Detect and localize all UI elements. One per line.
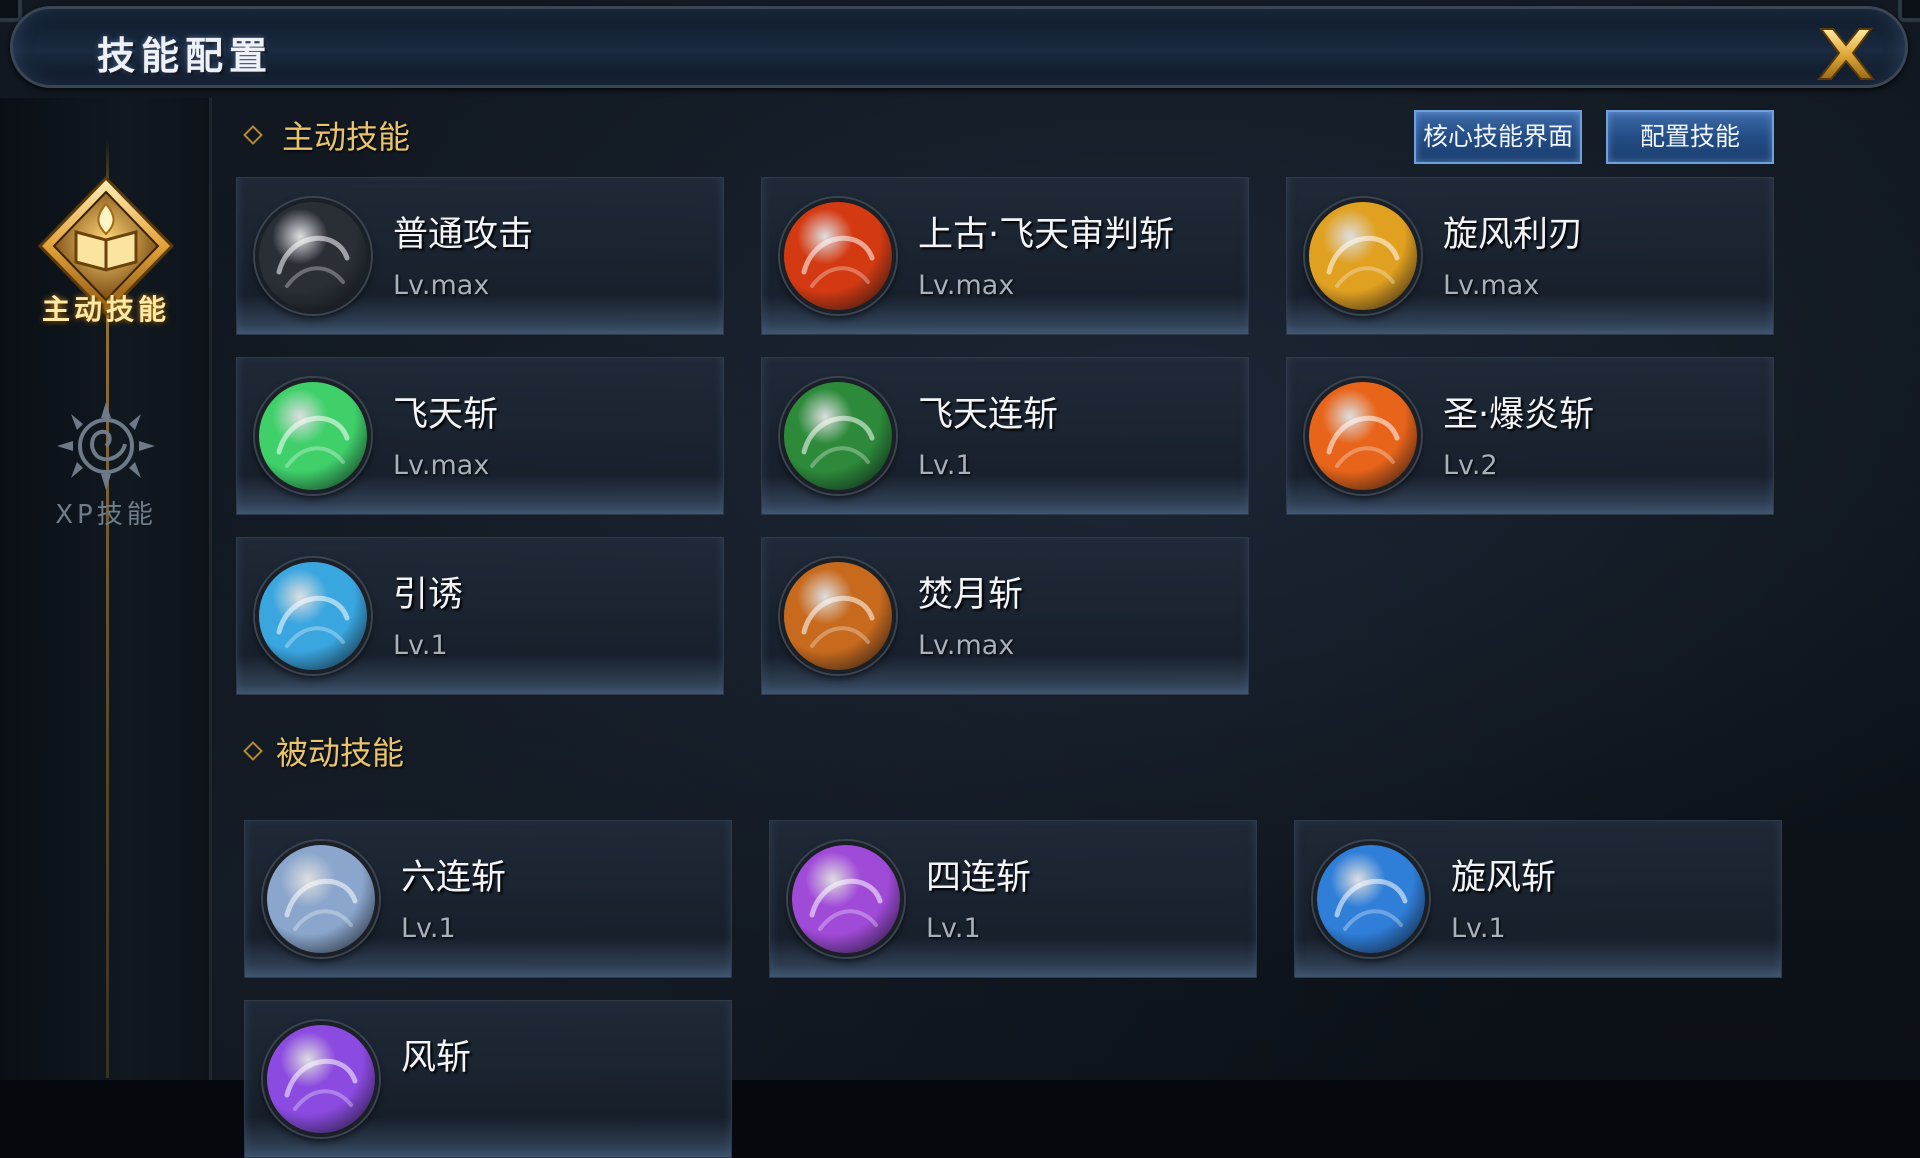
diamond-bullet-icon [243,741,263,761]
skill-name: 风斩 [401,1038,472,1078]
skill-card[interactable]: 引诱 Lv.1 [236,537,724,695]
crescent-flame-icon [780,558,896,674]
green-hand-icon [780,378,896,494]
skill-name: 引诱 [393,575,464,615]
skill-level: Lv.max [918,270,1015,301]
spiral-emblem-icon [57,402,155,490]
skill-name: 焚月斩 [918,575,1024,615]
skill-level: Lv.2 [1443,450,1498,481]
blue-cyclone-icon [1313,841,1429,957]
skill-name: 圣·爆炎斩 [1443,395,1595,435]
flame-slash-icon [1305,378,1421,494]
skill-name: 飞天斩 [393,395,499,435]
skill-card[interactable]: 上古·飞天审判斩 Lv.max [761,177,1249,335]
skill-level: Lv.1 [918,450,973,481]
passive-skills-header: 被动技能 [243,728,405,774]
skill-name: 普通攻击 [393,215,534,255]
core-skills-button[interactable]: 核心技能界面 [1414,110,1582,164]
silver-slash-icon [263,841,379,957]
green-ring-icon [255,378,371,494]
skill-card[interactable]: 普通攻击 Lv.max [236,177,724,335]
skill-name: 旋风利刃 [1443,215,1584,255]
close-button[interactable] [1811,23,1881,85]
skill-card[interactable]: 旋风斩 Lv.1 [1294,820,1782,978]
tab-xp-skills-label: XP技能 [55,500,157,530]
skill-card[interactable]: 圣·爆炎斩 Lv.2 [1286,357,1774,515]
skill-level: Lv.1 [1451,913,1506,944]
corner-ornament [0,0,22,22]
skill-level: Lv.max [393,450,490,481]
skill-card[interactable]: 旋风利刃 Lv.max [1286,177,1774,335]
tab-active-skills-label: 主动技能 [41,293,170,326]
skill-level: Lv.1 [401,913,456,944]
skill-card[interactable]: 风斩 [244,1000,732,1158]
skill-name: 四连斩 [926,858,1032,898]
skill-card[interactable]: 六连斩 Lv.1 [244,820,732,978]
active-skills-header: 主动技能 [243,112,411,158]
game-window: 技能配置 主动技能 XP技能 主动技能 核心技能界面 配置技能 普通攻击 Lv.… [0,0,1920,1158]
skill-name: 六连斩 [401,858,507,898]
violet-wind-icon [263,1021,379,1137]
sword-icon [255,198,371,314]
skill-level: Lv.max [1443,270,1540,301]
passive-skills-title: 被动技能 [276,734,405,772]
skill-name: 飞天连斩 [918,395,1059,435]
skill-name: 上古·飞天审判斩 [918,215,1175,255]
tab-xp-skills[interactable]: XP技能 [0,398,212,538]
configure-skills-button[interactable]: 配置技能 [1606,110,1774,164]
close-icon [1816,28,1876,80]
fire-warrior-icon [780,198,896,314]
diamond-bullet-icon [243,125,263,145]
skill-card[interactable]: 飞天斩 Lv.max [236,357,724,515]
golden-whirl-icon [1305,198,1421,314]
active-skills-title: 主动技能 [282,118,411,156]
skill-level: Lv.1 [393,630,448,661]
sidebar: 主动技能 XP技能 [0,98,212,1080]
skill-name: 旋风斩 [1451,858,1557,898]
tab-active-skills[interactable]: 主动技能 [0,174,212,354]
corner-ornament [1898,0,1920,22]
skill-level: Lv.max [918,630,1015,661]
skill-level: Lv.1 [926,913,981,944]
window-title: 技能配置 [97,34,274,78]
purple-blade-icon [788,841,904,957]
skill-card[interactable]: 四连斩 Lv.1 [769,820,1257,978]
title-bar: 技能配置 [10,6,1908,88]
blue-vortex-icon [255,558,371,674]
skill-level: Lv.max [393,270,490,301]
skill-card[interactable]: 焚月斩 Lv.max [761,537,1249,695]
skill-card[interactable]: 飞天连斩 Lv.1 [761,357,1249,515]
